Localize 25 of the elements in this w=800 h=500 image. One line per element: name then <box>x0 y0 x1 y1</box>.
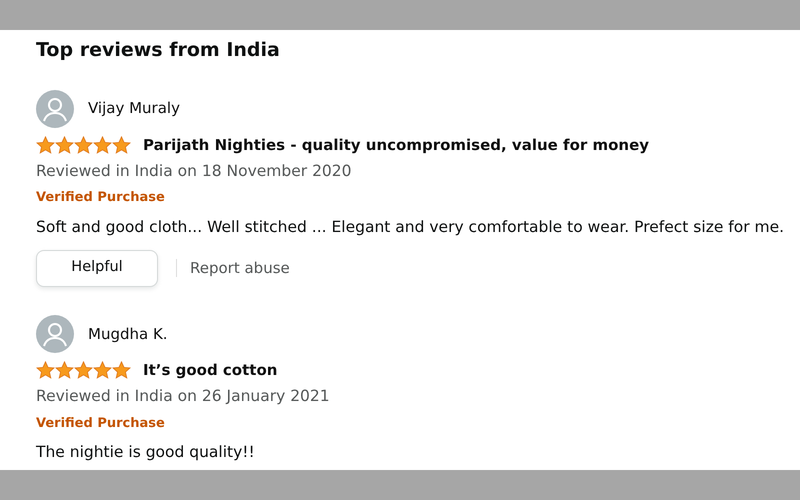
star-icon <box>112 361 131 379</box>
report-abuse-link[interactable]: Report abuse <box>190 257 290 280</box>
star-icon <box>74 361 93 379</box>
star-icon <box>112 136 131 154</box>
helpful-button[interactable]: Helpful <box>36 250 158 287</box>
star-icon <box>93 136 112 154</box>
star-icon <box>93 361 112 379</box>
reviewer-name[interactable]: Mugdha K. <box>88 322 168 345</box>
reviewer-name[interactable]: Vijay Muraly <box>88 97 180 120</box>
review-text: Soft and good cloth... Well stitched ... Elegant and very comfortable to wear. Prefect size for me. <box>36 216 784 238</box>
star-icon <box>55 361 74 379</box>
review-date: Reviewed in India on 26 January 2021 <box>36 386 331 408</box>
review-title[interactable]: It’s good cotton <box>143 358 278 382</box>
review-title[interactable]: Parijath Nighties - quality uncompromised, value for money <box>143 134 650 156</box>
review-text: The nightie is good quality!! <box>36 442 255 463</box>
star-icon <box>36 136 55 154</box>
verified-purchase-label: Verified Purchase <box>36 189 166 208</box>
star-icon <box>74 136 93 154</box>
star-icon <box>36 361 55 379</box>
section-heading: Top reviews from India <box>36 38 281 63</box>
verified-purchase-label: Verified Purchase <box>36 414 166 432</box>
avatar-icon <box>36 90 74 128</box>
star-icon <box>55 136 74 154</box>
review-date: Reviewed in India on 18 November 2020 <box>36 161 353 182</box>
avatar-icon <box>36 314 74 353</box>
